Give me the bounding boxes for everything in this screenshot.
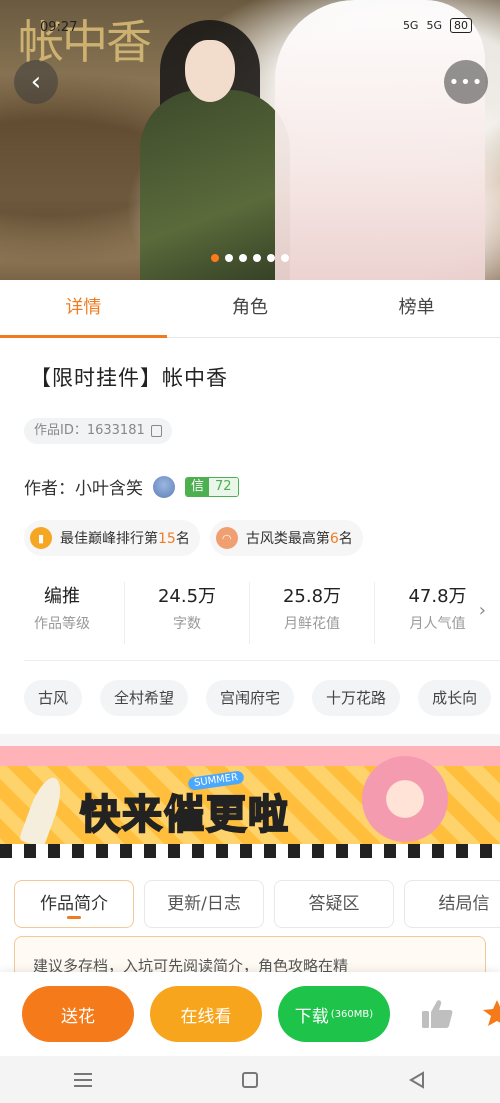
download-button[interactable]: 下载 (360MB) xyxy=(278,986,390,1042)
bar-chart-icon: ▮ xyxy=(30,527,52,549)
author-name[interactable]: 作者：小叶含笑 xyxy=(24,474,143,499)
tab-characters[interactable]: 角色 xyxy=(167,280,334,337)
system-nav-bar xyxy=(0,1056,500,1103)
fan-icon: ◠ xyxy=(215,527,238,549)
ranking-text: 最佳巅峰排行第15名 xyxy=(60,528,190,548)
copy-icon[interactable] xyxy=(150,425,162,437)
hero-character-gown xyxy=(275,0,485,280)
credit-badge: 信 72 xyxy=(185,476,239,497)
divider xyxy=(24,660,500,661)
ranking-prefix: 古风类最高第 xyxy=(245,531,330,547)
tag-chip[interactable]: 宫闱府宅 xyxy=(206,680,295,716)
bottom-action-bar: 送花 在线看 下载 (360MB) xyxy=(0,972,500,1056)
subtab-updates[interactable]: 更新/日志 xyxy=(144,880,264,928)
signal-icon: 5G xyxy=(402,19,419,32)
tag-chip[interactable]: 古风 xyxy=(24,680,83,716)
carousel-dot[interactable] xyxy=(267,254,275,262)
stat-label: 作品等级 xyxy=(34,616,90,632)
work-title: 【限时挂件】帐中香 xyxy=(30,366,228,390)
ranking-number: 15 xyxy=(158,531,176,547)
tag-list: 古风 全村希望 宫闱府宅 十万花路 成长向 xyxy=(24,680,492,716)
stat-level: 编推 作品等级 xyxy=(0,582,125,644)
work-id-chip[interactable]: 作品ID：1633181 xyxy=(24,418,172,444)
stat-monthly-flowers: 25.8万 月鲜花值 xyxy=(250,582,375,644)
status-icons: 5G 5G 80 xyxy=(403,18,472,33)
download-label: 下载 xyxy=(294,1006,329,1027)
send-flower-button[interactable]: 送花 xyxy=(22,986,134,1042)
ranking-prefix: 最佳巅峰排行第 xyxy=(60,531,158,547)
banner-character xyxy=(360,754,450,854)
tag-chip[interactable]: 成长向 xyxy=(418,680,492,716)
carousel-dot[interactable] xyxy=(281,254,289,262)
subtab-endings[interactable]: 结局信 xyxy=(404,880,500,928)
download-size: (360MB) xyxy=(330,1008,374,1020)
stat-label: 字数 xyxy=(173,616,201,632)
more-icon: ••• xyxy=(448,71,484,93)
credit-badge-value: 72 xyxy=(209,477,238,496)
back-triangle-icon[interactable] xyxy=(405,1068,429,1092)
menu-icon[interactable] xyxy=(71,1068,95,1092)
stats-row[interactable]: 编推 作品等级 24.5万 字数 25.8万 月鲜花值 47.8万 月人气值 xyxy=(0,582,500,644)
carousel-dot[interactable] xyxy=(225,254,233,262)
stat-label: 月鲜花值 xyxy=(284,616,340,632)
read-online-button[interactable]: 在线看 xyxy=(150,986,262,1042)
status-time: 09:27 xyxy=(40,20,78,35)
tab-rankings[interactable]: 榜单 xyxy=(333,280,500,337)
star-icon[interactable] xyxy=(482,998,500,1028)
stat-value: 编推 xyxy=(44,586,80,607)
tab-details[interactable]: 详情 xyxy=(0,280,167,338)
ranking-text: 古风类最高第6名 xyxy=(246,528,353,548)
chevron-right-icon[interactable]: › xyxy=(479,600,486,621)
carousel-dot[interactable] xyxy=(239,254,247,262)
ranking-chip-peak[interactable]: ▮ 最佳巅峰排行第15名 xyxy=(24,520,200,556)
carousel-dot[interactable] xyxy=(253,254,261,262)
sub-tabs: 作品简介 更新/日志 答疑区 结局信 xyxy=(14,880,500,928)
hero-character-face xyxy=(185,40,235,102)
carousel-dots xyxy=(0,254,500,262)
section-separator xyxy=(0,734,500,746)
signal-icon: 5G xyxy=(426,19,442,32)
subtab-qa[interactable]: 答疑区 xyxy=(274,880,394,928)
ranking-chips: ▮ 最佳巅峰排行第15名 ◠ 古风类最高第6名 xyxy=(24,520,363,556)
ranking-suffix: 名 xyxy=(175,531,190,547)
carousel-dot[interactable] xyxy=(211,254,219,262)
subtab-intro[interactable]: 作品简介 xyxy=(14,880,134,928)
promo-banner[interactable]: SUMMER 快来催更啦 xyxy=(0,746,500,858)
banner-checker-strip xyxy=(0,844,500,858)
ranking-number: 6 xyxy=(329,531,339,547)
work-id-label: 作品ID：1633181 xyxy=(34,423,145,438)
author-row: 作者：小叶含笑 信 72 xyxy=(24,474,239,499)
home-icon[interactable] xyxy=(238,1068,262,1092)
more-button[interactable]: ••• xyxy=(444,60,488,104)
feather-icon xyxy=(18,773,68,849)
detail-tabs: 详情 角色 榜单 xyxy=(0,280,500,338)
stat-value: 25.8万 xyxy=(282,586,342,607)
battery-icon: 80 xyxy=(450,18,472,33)
author-avatar[interactable] xyxy=(153,475,175,498)
stat-value: 24.5万 xyxy=(157,586,217,607)
credit-badge-prefix: 信 xyxy=(186,477,210,496)
thumbs-up-icon[interactable] xyxy=(420,998,454,1030)
hero-banner[interactable]: 帐中香 09:27 5G 5G 80 ‹ ••• xyxy=(0,0,500,280)
ranking-chip-genre[interactable]: ◠ 古风类最高第6名 xyxy=(209,520,363,556)
banner-text: 快来催更啦 xyxy=(79,791,290,839)
tag-chip[interactable]: 全村希望 xyxy=(100,680,189,716)
tag-chip[interactable]: 十万花路 xyxy=(312,680,401,716)
stat-word-count: 24.5万 字数 xyxy=(125,582,250,644)
back-button[interactable]: ‹ xyxy=(14,60,58,104)
ranking-suffix: 名 xyxy=(338,531,353,547)
chevron-left-icon: ‹ xyxy=(30,67,42,97)
hero-character-robe xyxy=(140,90,290,280)
